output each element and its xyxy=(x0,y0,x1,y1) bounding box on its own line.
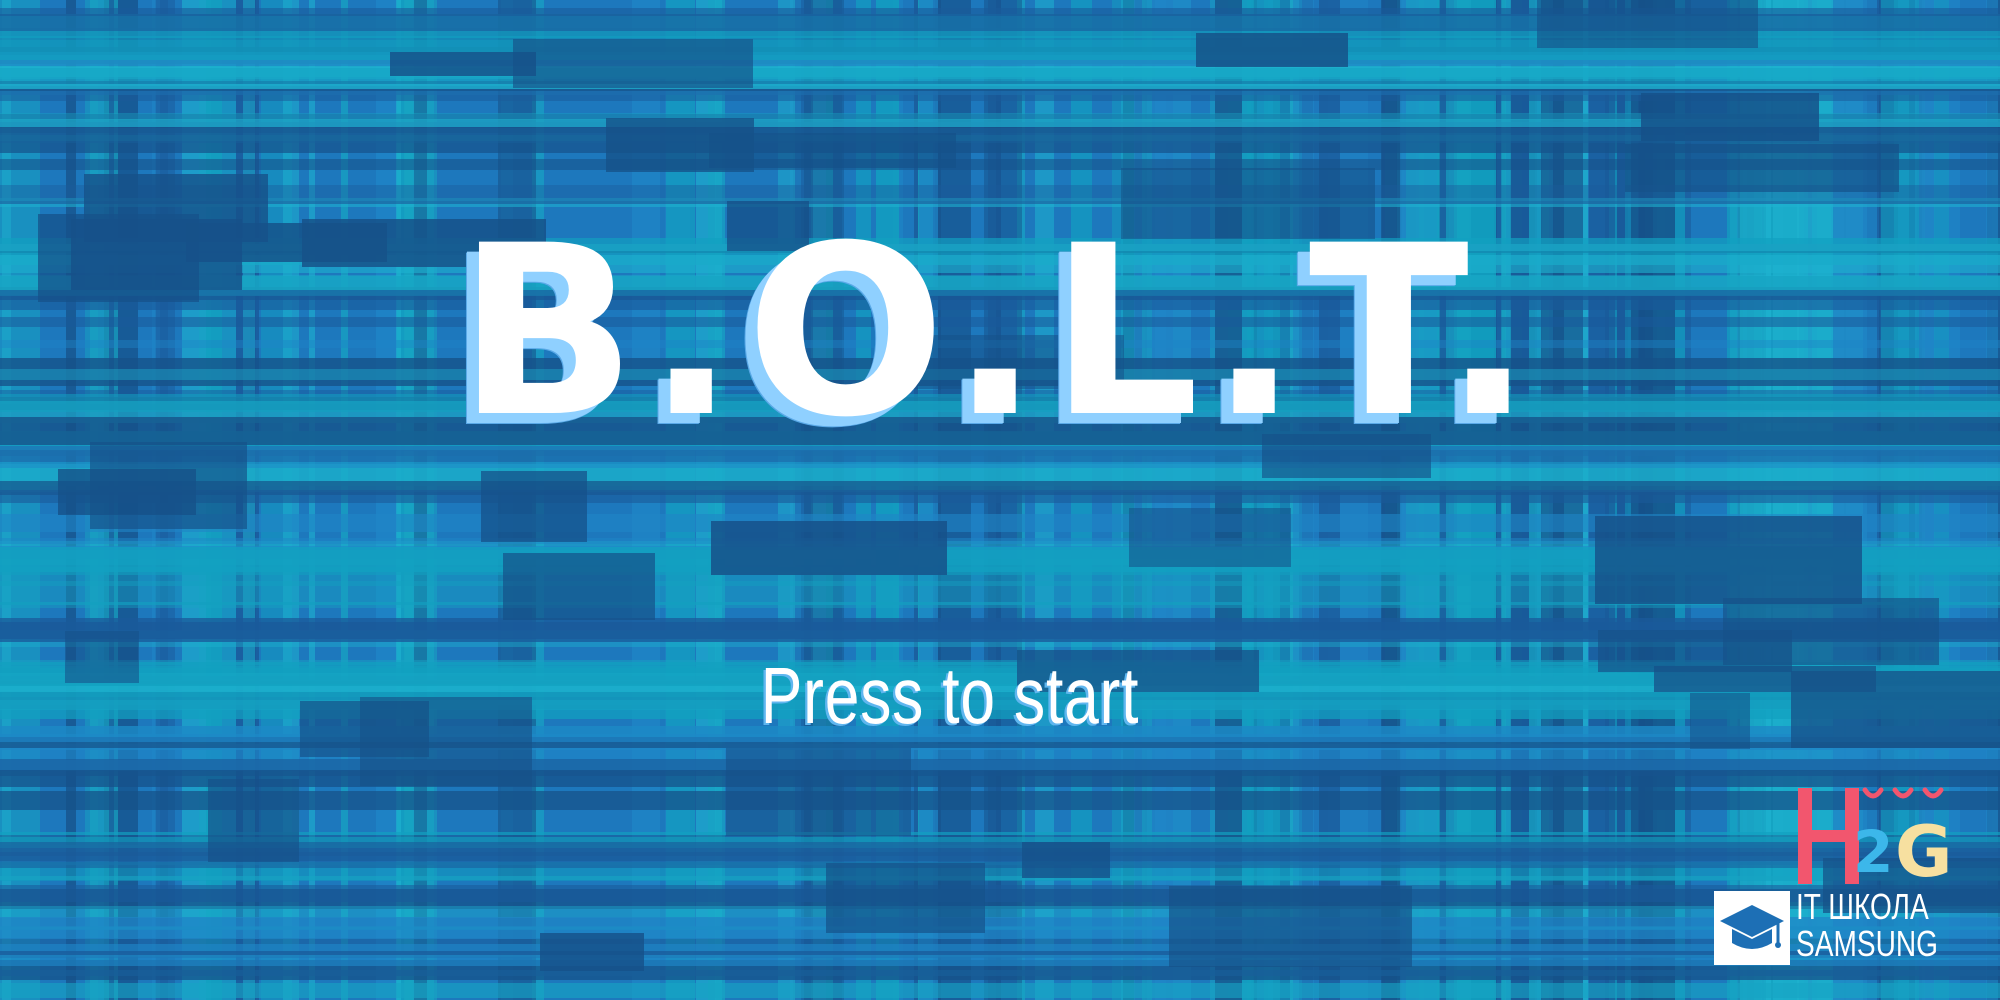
wave-icon xyxy=(1862,787,1944,799)
cap-box xyxy=(1714,891,1790,965)
plaid-background xyxy=(0,0,2000,1000)
school-line-2: SAMSUNG xyxy=(1796,923,1938,964)
h2g-letter-g: G xyxy=(1895,811,1952,888)
h2g-letter-h xyxy=(1798,788,1859,884)
graduation-cap-icon xyxy=(1720,905,1784,949)
school-line-1: IT ШКОЛА xyxy=(1796,886,1929,927)
game-title: B.O.L.T. xyxy=(457,196,1543,469)
h2g-logo: 2 G xyxy=(1798,787,1952,888)
press-to-start-button[interactable]: Press to start xyxy=(755,650,1145,742)
h2g-digit-2: 2 xyxy=(1853,818,1893,886)
school-name: IT ШКОЛА SAMSUNG xyxy=(1796,888,1938,962)
samsung-it-school-badge: IT ШКОЛА SAMSUNG xyxy=(1712,888,1992,988)
